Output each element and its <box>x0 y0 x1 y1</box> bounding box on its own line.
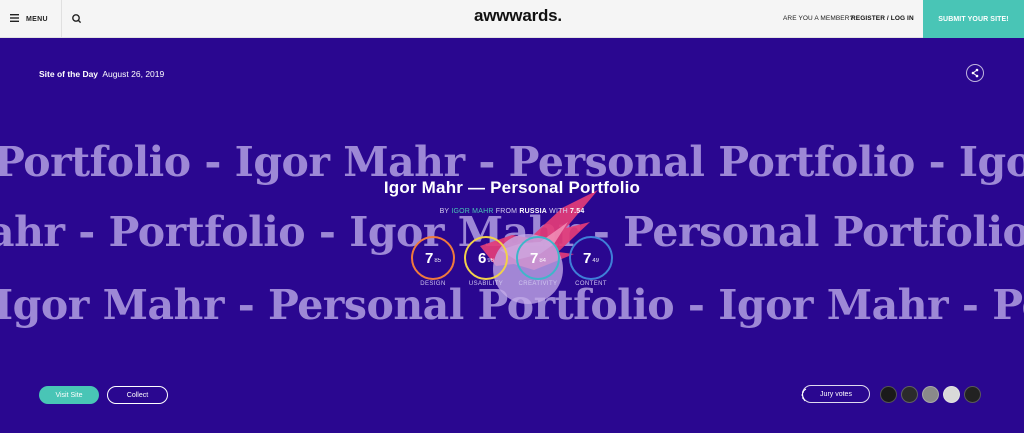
score-decimal: 49 <box>592 257 600 264</box>
jury-avatar[interactable] <box>901 386 918 403</box>
collect-button[interactable]: Collect <box>107 386 168 404</box>
content-label: CONTENT <box>575 281 607 287</box>
creativity-score-ring: 7 84 <box>516 236 560 280</box>
share-button[interactable] <box>966 64 984 82</box>
laurel-icon <box>800 388 808 404</box>
member-question: ARE YOU A MEMBER? <box>783 15 854 22</box>
usability-score-ring: 6 96 <box>464 236 508 280</box>
byline-with: WITH <box>549 208 568 215</box>
design-label: DESIGN <box>420 281 446 287</box>
divider <box>61 0 62 38</box>
submit-site-button[interactable]: SUBMIT YOUR SITE! <box>923 0 1024 38</box>
hamburger-icon <box>10 14 19 24</box>
country-link[interactable]: RUSSIA <box>519 208 547 215</box>
score-integer: 7 <box>424 249 434 267</box>
award-label: Site of the Day <box>39 69 99 79</box>
menu-button[interactable]: MENU <box>10 0 48 38</box>
byline-from: FROM <box>495 208 518 215</box>
share-icon <box>971 68 979 78</box>
design-score-ring: 7 85 <box>411 236 455 280</box>
score-decimal: 84 <box>539 257 547 264</box>
content-score-ring: 7 49 <box>569 236 613 280</box>
score-decimal: 96 <box>487 257 495 264</box>
site-title: Igor Mahr — Personal Portfolio <box>383 178 641 197</box>
register-login-link[interactable]: REGISTER / LOG IN <box>851 15 914 22</box>
jury-avatar[interactable] <box>922 386 939 403</box>
overall-score: 7.54 <box>569 208 585 215</box>
site-byline: BY IGOR MAHR FROM RUSSIA WITH 7.54 <box>0 208 1024 215</box>
menu-label: MENU <box>26 15 48 23</box>
award-date: August 26, 2019 <box>102 69 165 79</box>
visit-site-button[interactable]: Visit Site <box>39 386 99 404</box>
jury-avatar[interactable] <box>880 386 897 403</box>
award-line: Site of the Day August 26, 2019 <box>39 69 164 79</box>
top-navigation-bar: MENU awwwards. ARE YOU A MEMBER? REGISTE… <box>0 0 1024 38</box>
score-integer: 7 <box>582 249 592 267</box>
site-of-the-day-hero: Site of the Day August 26, 2019 Portfoli… <box>0 38 1024 433</box>
jury-avatar[interactable] <box>943 386 960 403</box>
creativity-label: CREATIVITY <box>518 281 558 287</box>
score-decimal: 85 <box>434 257 442 264</box>
score-integer: 7 <box>529 249 539 267</box>
author-link[interactable]: IGOR MAHR <box>451 208 493 215</box>
byline-by: BY <box>439 208 450 215</box>
search-button[interactable] <box>70 12 84 26</box>
jury-avatar[interactable] <box>964 386 981 403</box>
jury-votes-label: Jury votes <box>820 390 852 398</box>
jury-votes-button[interactable]: Jury votes <box>800 385 870 404</box>
awwwards-logo[interactable]: awwwards. <box>474 6 562 26</box>
search-icon <box>72 14 82 24</box>
usability-label: USABILITY <box>468 281 504 287</box>
score-integer: 6 <box>477 249 487 267</box>
